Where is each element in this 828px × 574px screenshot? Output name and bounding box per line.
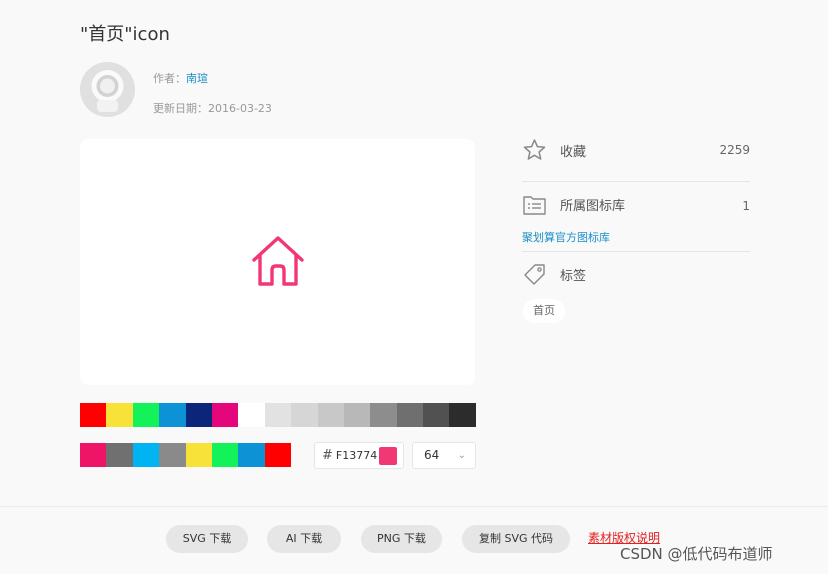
star-icon (523, 139, 546, 160)
color-swatch[interactable] (159, 443, 186, 467)
tags-row: 标签 (522, 263, 586, 286)
color-swatch[interactable] (449, 403, 476, 427)
watermark: CSDN @低代码布道师 (620, 545, 773, 563)
svg-download-button[interactable]: SVG 下载 (166, 525, 248, 553)
color-swatch[interactable] (264, 403, 292, 427)
library-count: 1 (742, 199, 750, 213)
avatar-placeholder-icon (80, 62, 135, 117)
hex-color-input[interactable]: # F13774 (314, 442, 404, 469)
avatar[interactable] (80, 62, 135, 117)
author-link[interactable]: 南瑄 (186, 72, 208, 85)
color-swatch[interactable] (370, 403, 397, 427)
library-row: 所属图标库 (522, 193, 625, 216)
icon-preview (80, 139, 475, 385)
author-label: 作者： (153, 72, 186, 85)
author-line: 作者：南瑄 (153, 70, 208, 86)
folder-list-icon (523, 196, 546, 215)
update-date-line: 更新日期：2016-03-23 (153, 100, 272, 116)
color-swatch[interactable] (238, 403, 265, 427)
chevron-down-icon: ⌄ (457, 450, 466, 461)
tag-pill[interactable]: 首页 (523, 299, 565, 323)
color-swatch[interactable] (291, 403, 318, 427)
footer-divider (0, 506, 828, 507)
color-swatch[interactable] (343, 403, 371, 427)
update-date: 2016-03-23 (208, 102, 272, 115)
favorite-label: 收藏 (560, 144, 587, 160)
color-swatch[interactable] (132, 403, 160, 427)
color-swatches-primary (80, 403, 476, 427)
color-swatch[interactable] (423, 403, 450, 427)
color-swatch[interactable] (264, 443, 292, 467)
color-swatch[interactable] (396, 403, 424, 427)
copy-svg-button[interactable]: 复制 SVG 代码 (462, 525, 570, 553)
favorite-count: 2259 (719, 143, 750, 157)
library-link[interactable]: 聚划算官方图标库 (522, 229, 610, 245)
divider (522, 181, 750, 182)
hash-symbol: # (322, 448, 333, 463)
color-swatch[interactable] (185, 403, 212, 427)
color-swatch[interactable] (317, 403, 344, 427)
color-swatch[interactable] (159, 403, 186, 427)
ai-download-button[interactable]: AI 下载 (267, 525, 341, 553)
size-select[interactable]: 64 ⌄ (412, 442, 476, 469)
favorite-row[interactable]: 收藏 (522, 138, 586, 162)
color-swatches-secondary (80, 443, 292, 467)
png-download-button[interactable]: PNG 下载 (361, 525, 442, 553)
divider (522, 251, 750, 252)
color-swatch[interactable] (211, 443, 239, 467)
update-label: 更新日期： (153, 102, 208, 115)
library-label: 所属图标库 (560, 199, 626, 214)
color-swatch[interactable] (106, 443, 133, 467)
size-value: 64 (424, 448, 440, 462)
color-swatch[interactable] (106, 403, 133, 427)
color-swatch[interactable] (185, 443, 212, 467)
color-swatch[interactable] (132, 443, 160, 467)
color-swatch[interactable] (238, 443, 265, 467)
color-swatch[interactable] (80, 403, 107, 427)
current-color-chip[interactable] (379, 447, 397, 465)
page-title: "首页"icon (80, 24, 170, 45)
hex-value: F13774 (335, 449, 378, 462)
color-swatch[interactable] (80, 443, 107, 467)
tags-label: 标签 (560, 269, 587, 284)
home-icon (252, 236, 304, 286)
color-swatch[interactable] (211, 403, 239, 427)
tag-icon (524, 264, 545, 285)
